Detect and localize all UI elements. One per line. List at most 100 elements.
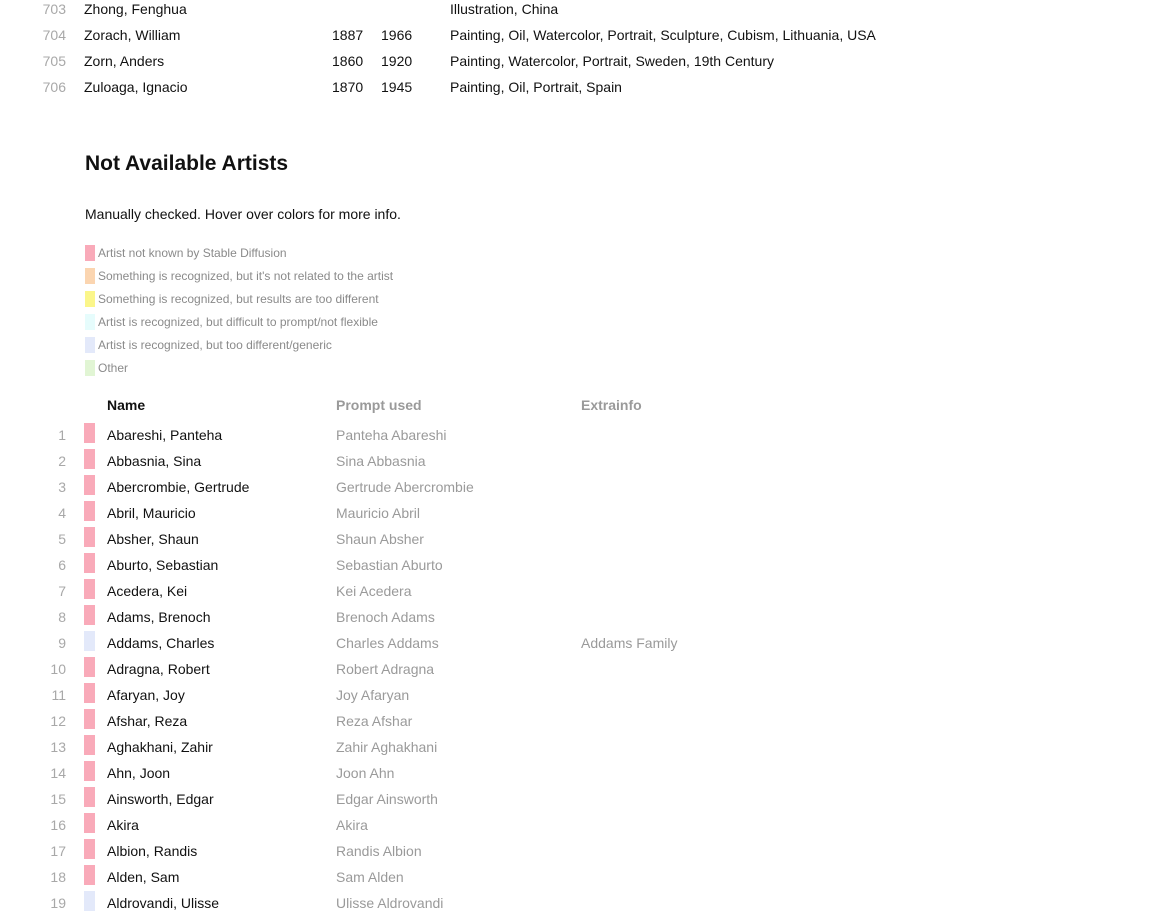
prompt-used: Joon Ahn: [336, 765, 395, 781]
status-swatch[interactable]: [84, 865, 95, 885]
row-number: 704: [42, 27, 66, 43]
prompt-used: Panteha Abareshi: [336, 427, 447, 443]
status-swatch[interactable]: [84, 605, 95, 625]
status-swatch[interactable]: [84, 631, 95, 651]
artist-name: Alden, Sam: [107, 869, 180, 885]
table-row: 1 Abareshi, Panteha Panteha Abareshi: [0, 423, 1164, 452]
death-year: 1945: [381, 79, 413, 95]
header-name: Name: [107, 397, 146, 413]
artist-name: Aburto, Sebastian: [107, 557, 219, 573]
artist-name: Zuloaga, Ignacio: [84, 79, 188, 95]
artist-name: Abril, Mauricio: [107, 505, 196, 521]
row-number: 16: [50, 817, 66, 833]
artist-name: Albion, Randis: [107, 843, 198, 859]
status-swatch[interactable]: [84, 423, 95, 443]
status-swatch[interactable]: [84, 475, 95, 495]
extra-info: Addams Family: [581, 635, 678, 651]
death-year: 1966: [381, 27, 413, 43]
table-row: 4 Abril, Mauricio Mauricio Abril: [0, 501, 1164, 530]
row-number: 17: [50, 843, 66, 859]
table-row: 5 Absher, Shaun Shaun Absher: [0, 527, 1164, 556]
row-number: 19: [50, 895, 66, 911]
status-swatch[interactable]: [84, 553, 95, 573]
artist-tags: Painting, Watercolor, Portrait, Sweden, …: [450, 53, 774, 69]
status-swatch[interactable]: [84, 839, 95, 859]
artist-row: 703 Zhong, Fenghua Illustration, China: [0, 0, 1164, 26]
artist-name: Aghakhani, Zahir: [107, 739, 213, 755]
legend-swatch[interactable]: [85, 268, 95, 284]
table-row: 17 Albion, Randis Randis Albion: [0, 839, 1164, 868]
legend-label: Artist not known by Stable Diffusion: [98, 246, 287, 260]
prompt-used: Zahir Aghakhani: [336, 739, 438, 755]
prompt-used: Randis Albion: [336, 843, 422, 859]
table-header: Name Prompt used Extrainfo: [0, 397, 1164, 419]
legend-swatch[interactable]: [85, 245, 95, 261]
prompt-used: Akira: [336, 817, 368, 833]
table-row: 14 Ahn, Joon Joon Ahn: [0, 761, 1164, 790]
table-row: 18 Alden, Sam Sam Alden: [0, 865, 1164, 894]
artist-name: Afshar, Reza: [107, 713, 188, 729]
table-row: 6 Aburto, Sebastian Sebastian Aburto: [0, 553, 1164, 582]
table-row: 12 Afshar, Reza Reza Afshar: [0, 709, 1164, 738]
prompt-used: Sina Abbasnia: [336, 453, 426, 469]
row-number: 4: [58, 505, 66, 521]
status-swatch[interactable]: [84, 735, 95, 755]
table-row: 11 Afaryan, Joy Joy Afaryan: [0, 683, 1164, 712]
status-swatch[interactable]: [84, 761, 95, 781]
row-number: 7: [58, 583, 66, 599]
row-number: 8: [58, 609, 66, 625]
row-number: 6: [58, 557, 66, 573]
row-number: 705: [42, 53, 66, 69]
artist-row: 705 Zorn, Anders 1860 1920 Painting, Waterco…: [0, 52, 1164, 78]
artist-row: 706 Zuloaga, Ignacio 1870 1945 Painting, Oil…: [0, 78, 1164, 104]
row-number: 706: [42, 79, 66, 95]
artist-tags: Painting, Oil, Portrait, Spain: [450, 79, 622, 95]
prompt-used: Kei Acedera: [336, 583, 412, 599]
table-row: 3 Abercrombie, Gertrude Gertrude Abercromb…: [0, 475, 1164, 504]
row-number: 13: [50, 739, 66, 755]
table-row: 16 Akira Akira: [0, 813, 1164, 842]
status-swatch[interactable]: [84, 579, 95, 599]
section-subtitle: Manually checked. Hover over colors for …: [85, 206, 401, 222]
artist-name: Adragna, Robert: [107, 661, 210, 677]
artist-name: Absher, Shaun: [107, 531, 199, 547]
status-swatch[interactable]: [84, 527, 95, 547]
artist-name: Addams, Charles: [107, 635, 215, 651]
row-number: 5: [58, 531, 66, 547]
legend-label: Something is recognized, but results are…: [98, 292, 379, 306]
legend-label: Artist is recognized, but too different/…: [98, 338, 332, 352]
prompt-used: Sam Alden: [336, 869, 404, 885]
row-number: 703: [42, 1, 66, 17]
legend-swatch[interactable]: [85, 337, 95, 353]
row-number: 1: [58, 427, 66, 443]
status-swatch[interactable]: [84, 813, 95, 833]
artist-name: Zorach, William: [84, 27, 181, 43]
prompt-used: Ulisse Aldrovandi: [336, 895, 444, 911]
birth-year: 1887: [332, 27, 364, 43]
status-swatch[interactable]: [84, 787, 95, 807]
artist-name: Ainsworth, Edgar: [107, 791, 214, 807]
prompt-used: Shaun Absher: [336, 531, 424, 547]
prompt-used: Brenoch Adams: [336, 609, 435, 625]
artist-name: Zhong, Fenghua: [84, 1, 187, 17]
table-row: 10 Adragna, Robert Robert Adragna: [0, 657, 1164, 686]
artist-tags: Illustration, China: [450, 1, 559, 17]
status-swatch[interactable]: [84, 449, 95, 469]
legend-swatch[interactable]: [85, 291, 95, 307]
status-swatch[interactable]: [84, 891, 95, 911]
artist-name: Abareshi, Panteha: [107, 427, 223, 443]
legend-swatch[interactable]: [85, 314, 95, 330]
artist-name: Abercrombie, Gertrude: [107, 479, 250, 495]
artist-tags: Painting, Oil, Watercolor, Portrait, Scu…: [450, 27, 876, 43]
table-row: 7 Acedera, Kei Kei Acedera: [0, 579, 1164, 608]
status-swatch[interactable]: [84, 657, 95, 677]
artist-row: 704 Zorach, William 1887 1966 Painting, Oil,…: [0, 26, 1164, 52]
artist-name: Abbasnia, Sina: [107, 453, 202, 469]
section-title: Not Available Artists: [85, 152, 289, 175]
status-swatch[interactable]: [84, 683, 95, 703]
status-swatch[interactable]: [84, 501, 95, 521]
prompt-used: Reza Afshar: [336, 713, 413, 729]
prompt-used: Edgar Ainsworth: [336, 791, 438, 807]
legend-swatch[interactable]: [85, 360, 95, 376]
status-swatch[interactable]: [84, 709, 95, 729]
